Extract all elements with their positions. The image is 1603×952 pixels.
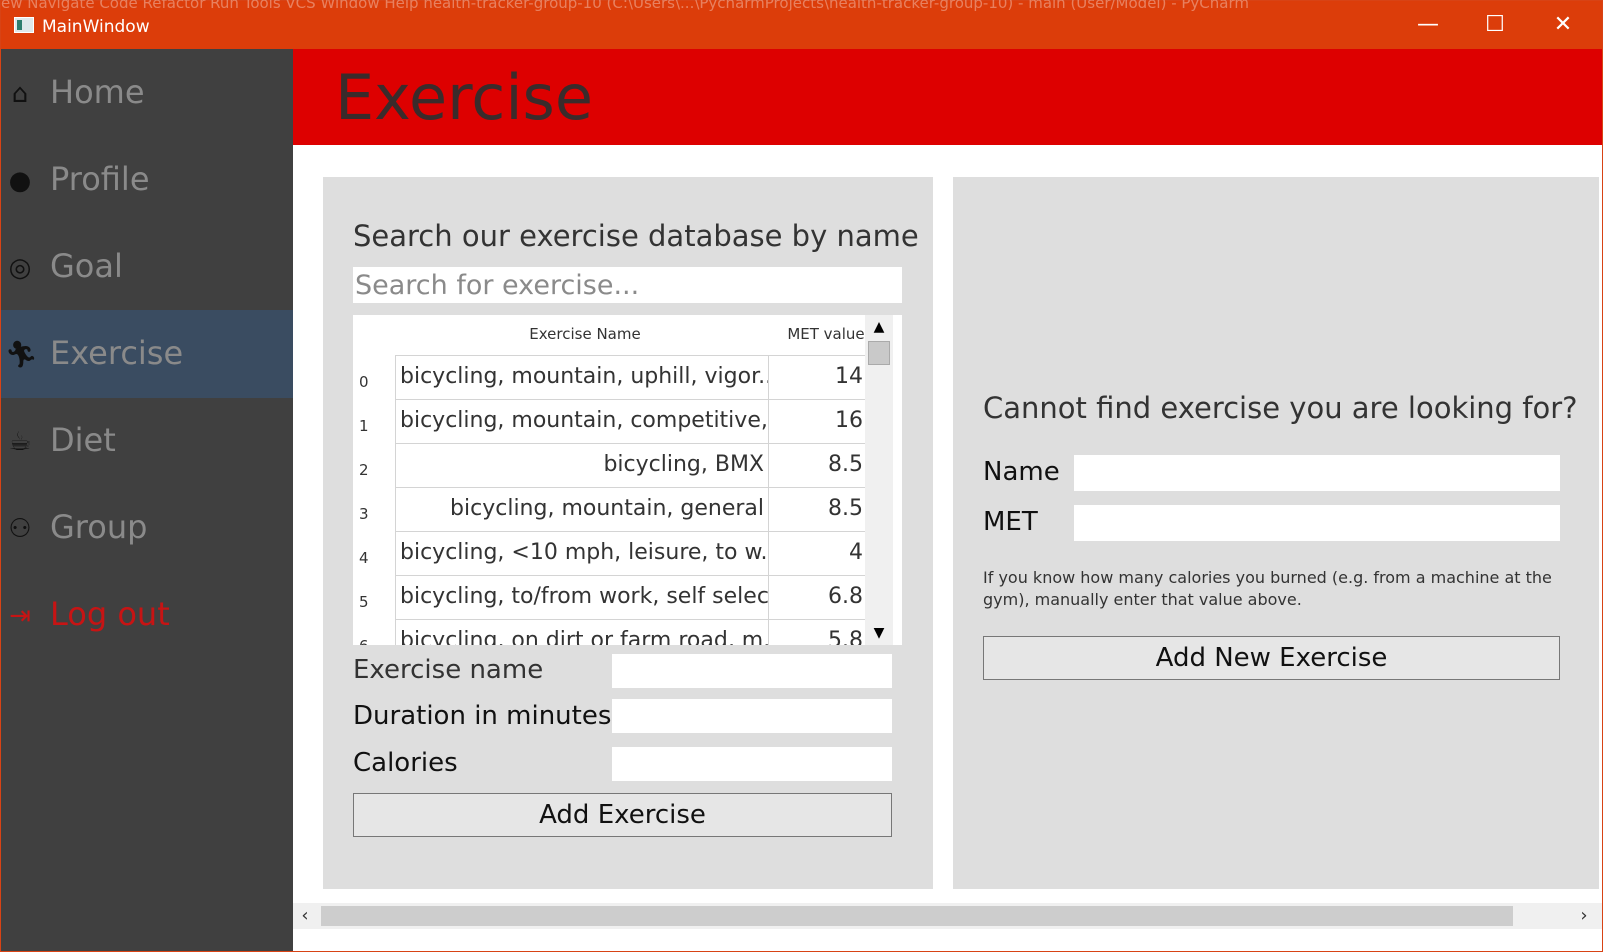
exercise-name-field[interactable] [612, 654, 892, 688]
name-label: Name [983, 457, 1060, 487]
table-vertical-scrollbar[interactable]: ▲ ▼ [865, 315, 893, 645]
met-value-cell[interactable]: 4 [769, 531, 865, 575]
sidebar-item-label: Group [50, 508, 148, 546]
sidebar-item-profile[interactable]: ● Profile [1, 136, 293, 224]
user-icon: ● [8, 166, 32, 196]
sidebar-item-label: Log out [50, 595, 170, 633]
sidebar-item-label: Exercise [50, 334, 184, 372]
table-row[interactable]: 3 bicycling, mountain, general 8.5 [353, 487, 876, 531]
exercise-name-cell[interactable]: bicycling, <10 mph, leisure, to w... [395, 531, 769, 575]
sidebar-item-label: Goal [50, 247, 123, 285]
horizontal-scrollbar[interactable]: ‹ › [293, 903, 1602, 929]
logout-icon: ⇥ [9, 601, 31, 631]
food-icon: ☕ [8, 427, 32, 457]
name-field[interactable] [1074, 455, 1560, 491]
page-title: Exercise [335, 61, 593, 134]
exercise-name-cell[interactable]: bicycling, mountain, uphill, vigor... [395, 355, 769, 399]
table-row[interactable]: 6 bicycling, on dirt or farm road, m... … [353, 619, 876, 645]
window-title: MainWindow [42, 17, 150, 37]
table-row[interactable]: 5 bicycling, to/from work, self selec...… [353, 575, 876, 619]
row-index: 6 [353, 619, 395, 645]
sidebar-item-label: Diet [50, 421, 116, 459]
new-exercise-panel: Cannot find exercise you are looking for… [953, 177, 1599, 889]
running-icon: 🏃︎ [5, 340, 39, 370]
group-icon: ⚇ [8, 514, 32, 544]
target-icon: ◎ [8, 253, 32, 283]
background-menu-text: ew Navigate Code Refactor Run Tools VCS … [1, 0, 1249, 12]
row-index: 1 [359, 417, 369, 435]
table-row[interactable]: 4 bicycling, <10 mph, leisure, to w... 4 [353, 531, 876, 575]
table-row[interactable]: 2 bicycling, BMX 8.5 [353, 443, 876, 487]
met-value-cell[interactable]: 16 [769, 399, 865, 443]
duration-label: Duration in minutes [353, 701, 612, 731]
app-icon [14, 17, 34, 33]
calorie-hint-text: If you know how many calories you burned… [983, 568, 1552, 609]
bottom-spacer [293, 929, 1602, 951]
met-label: MET [983, 507, 1038, 537]
close-button[interactable]: ✕ [1531, 1, 1595, 49]
main-content: Exercise Search our exercise database by… [293, 49, 1602, 951]
search-heading: Search our exercise database by name [353, 219, 919, 253]
calories-field[interactable] [612, 747, 892, 781]
exercise-table[interactable]: Exercise Name MET value 0 bicycling, mou… [353, 315, 902, 645]
search-input[interactable] [353, 267, 902, 303]
calories-label: Calories [353, 748, 458, 778]
scroll-thumb[interactable] [868, 341, 890, 365]
sidebar: ⌂ Home ● Profile ◎ Goal 🏃︎ Exercise ☕ Di… [1, 49, 293, 951]
sidebar-item-label: Profile [50, 160, 150, 198]
duration-field[interactable] [612, 699, 892, 733]
exercise-name-cell[interactable]: bicycling, on dirt or farm road, m... [395, 619, 769, 645]
met-value-cell[interactable]: 5.8 [769, 619, 865, 645]
exercise-name-cell[interactable]: bicycling, mountain, competitive,... [395, 399, 769, 443]
sidebar-item-goal[interactable]: ◎ Goal [1, 223, 293, 311]
table-header: Exercise Name MET value [353, 315, 876, 355]
exercise-name-cell[interactable]: bicycling, BMX [395, 443, 769, 487]
sidebar-item-diet[interactable]: ☕ Diet [1, 397, 293, 485]
row-index: 5 [359, 593, 369, 611]
add-exercise-button[interactable]: Add Exercise [353, 793, 892, 837]
page-header: Exercise [293, 49, 1602, 145]
row-index: 3 [359, 505, 369, 523]
met-field[interactable] [1074, 505, 1560, 541]
row-index: 0 [359, 373, 369, 391]
sidebar-item-group[interactable]: ⚇ Group [1, 484, 293, 572]
minimize-button[interactable]: — [1396, 1, 1460, 49]
home-icon: ⌂ [11, 79, 29, 109]
main-window: ew Navigate Code Refactor Run Tools VCS … [0, 0, 1603, 952]
sidebar-item-logout[interactable]: ⇥ Log out [1, 571, 293, 659]
title-bar[interactable]: ew Navigate Code Refactor Run Tools VCS … [1, 0, 1602, 49]
exercise-search-panel: Search our exercise database by name Exe… [323, 177, 933, 889]
met-value-cell[interactable]: 14 [769, 355, 865, 399]
exercise-name-cell[interactable]: bicycling, to/from work, self selec... [395, 575, 769, 619]
add-new-exercise-button[interactable]: Add New Exercise [983, 636, 1560, 680]
column-header-exercise-name[interactable]: Exercise Name [395, 325, 775, 343]
table-row[interactable]: 1 bicycling, mountain, competitive,... 1… [353, 399, 876, 443]
table-row[interactable]: 0 bicycling, mountain, uphill, vigor... … [353, 355, 876, 399]
row-index: 4 [359, 549, 369, 567]
sidebar-item-exercise[interactable]: 🏃︎ Exercise [1, 310, 293, 398]
sidebar-item-label: Home [50, 73, 145, 111]
scroll-down-icon[interactable]: ▼ [865, 621, 893, 645]
scroll-left-icon[interactable]: ‹ [293, 903, 317, 929]
maximize-button[interactable]: ☐ [1463, 1, 1527, 49]
new-exercise-heading: Cannot find exercise you are looking for… [983, 391, 1578, 425]
met-value-cell[interactable]: 8.5 [769, 487, 865, 531]
row-index: 2 [359, 461, 369, 479]
met-value-cell[interactable]: 6.8 [769, 575, 865, 619]
exercise-name-cell[interactable]: bicycling, mountain, general [395, 487, 769, 531]
met-value-cell[interactable]: 8.5 [769, 443, 865, 487]
scroll-up-icon[interactable]: ▲ [865, 315, 893, 339]
sidebar-item-home[interactable]: ⌂ Home [1, 49, 293, 137]
column-header-met-value[interactable]: MET value [781, 325, 871, 343]
exercise-name-label: Exercise name [353, 655, 544, 685]
scroll-right-icon[interactable]: › [1572, 903, 1596, 929]
scroll-thumb[interactable] [321, 906, 1513, 926]
